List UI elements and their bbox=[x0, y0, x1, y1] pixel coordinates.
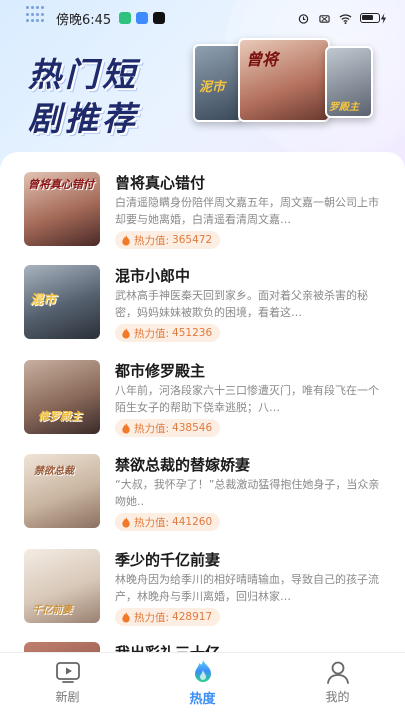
tab-profile[interactable]: 我的 bbox=[270, 653, 405, 720]
drama-thumbnail: 千亿前妻 bbox=[24, 549, 100, 623]
tab-heat[interactable]: 热度 bbox=[135, 653, 270, 720]
drama-description: 白清遥隐瞒身份陪伴周文嘉五年，周文嘉一朝公司上市却要与她离婚，白清遥看清周文嘉… bbox=[115, 196, 379, 226]
drama-title: 混市小郎中 bbox=[115, 267, 191, 285]
battery-icon bbox=[359, 13, 380, 23]
list-item[interactable]: 千亿前妻 季少的千亿前妻 林晚舟因为给季川的相好晴晴输血，导致自己的孩子流产，林… bbox=[0, 549, 405, 644]
poster-title: 泥市 bbox=[199, 80, 226, 95]
tab-label: 热度 bbox=[189, 692, 216, 707]
heat-label: 热力值: bbox=[134, 516, 170, 529]
drama-title: 我出彩礼三十亿 bbox=[115, 642, 220, 652]
list-item[interactable]: 混市 混市小郎中 武林高手神医秦天回到家乡。面对着父亲被杀害的秘密，妈妈妹妹被欺… bbox=[0, 265, 405, 360]
drama-list[interactable]: 曾将真心错付 曾将真心错付 白清遥隐瞒身份陪伴周文嘉五年，周文嘉一朝公司上市却要… bbox=[0, 152, 405, 652]
thumbnail-title: 修罗殿主 bbox=[38, 410, 82, 423]
play-video-icon bbox=[55, 662, 80, 683]
wifi-icon bbox=[339, 13, 352, 24]
heat-label: 热力值: bbox=[134, 422, 170, 435]
tab-new-drama[interactable]: 新剧 bbox=[0, 653, 135, 720]
banner-poster-center[interactable]: 曾将 bbox=[238, 38, 330, 122]
tab-label: 新剧 bbox=[55, 690, 80, 704]
status-bar: 傍晚6:45 65 bbox=[0, 0, 405, 36]
tiktok-icon bbox=[153, 12, 166, 24]
thumbnail-title: 禁欲总裁 bbox=[34, 466, 74, 477]
charging-icon bbox=[380, 12, 387, 24]
flame-icon bbox=[194, 660, 211, 682]
drama-description: 林晚舟因为给季川的相好晴晴输血，导致自己的孩子流产，林晚舟与季川离婚，回归林家… bbox=[115, 573, 379, 603]
heat-label: 热力值: bbox=[134, 234, 170, 247]
drama-title: 季少的千亿前妻 bbox=[115, 551, 221, 569]
tab-label: 我的 bbox=[325, 690, 350, 704]
poster-title: 曾将 bbox=[246, 50, 279, 69]
heat-label: 热力值: bbox=[134, 611, 170, 624]
status-time: 傍晚6:45 bbox=[56, 12, 112, 28]
thumbnail-title: 曾将真心错付 bbox=[28, 178, 94, 191]
banner-poster-right[interactable]: 罗殿主 bbox=[325, 46, 373, 118]
list-item[interactable]: 我出彩礼三十亿 bbox=[0, 642, 405, 652]
flame-icon bbox=[122, 234, 130, 246]
drama-description: 武林高手神医秦天回到家乡。面对着父亲被杀害的秘密，妈妈妹妹被欺负的困境，看着这… bbox=[115, 289, 368, 319]
heat-value: 441260 bbox=[172, 516, 213, 528]
heat-label: 热力值: bbox=[134, 327, 170, 340]
flame-icon bbox=[122, 327, 130, 339]
drama-thumbnail: 曾将真心错付 bbox=[24, 172, 100, 246]
heat-value: 438546 bbox=[172, 422, 213, 434]
drama-title: 都市修罗殿主 bbox=[115, 362, 206, 380]
heat-badge: 热力值: 365472 bbox=[115, 231, 221, 249]
thumbnail-title: 混市 bbox=[30, 293, 57, 308]
flame-icon bbox=[122, 516, 130, 528]
heat-value: 451236 bbox=[172, 327, 213, 339]
drama-title: 禁欲总裁的替嫁娇妻 bbox=[115, 456, 251, 474]
drama-description: “大叔，我怀孕了！”总裁激动猛得抱住她身子，当众亲吻她.. bbox=[115, 478, 380, 508]
bottom-tab-bar: 新剧 热度 我的 bbox=[0, 652, 405, 720]
app-grid-dots bbox=[26, 6, 44, 24]
drama-thumbnail: 修罗殿主 bbox=[24, 360, 100, 434]
list-item[interactable]: 修罗殿主 都市修罗殿主 八年前，河洛段家六十三口惨遭灭门，唯有段飞在一个陌生女子… bbox=[0, 360, 405, 455]
heat-badge: 热力值: 428917 bbox=[115, 608, 221, 626]
green-app-icon bbox=[119, 12, 132, 24]
banner-title-line2: 剧推荐 bbox=[28, 99, 139, 138]
drama-description: 八年前，河洛段家六十三口惨遭灭门，唯有段飞在一个陌生女子的帮助下侥幸逃脱；八… bbox=[115, 384, 379, 414]
drama-thumbnail bbox=[24, 642, 100, 652]
thumbnail-title: 千亿前妻 bbox=[32, 605, 72, 616]
poster-title: 罗殿主 bbox=[329, 102, 359, 113]
flame-icon bbox=[122, 422, 130, 434]
flame-icon bbox=[122, 611, 130, 623]
alarm-icon bbox=[298, 13, 309, 24]
drama-thumbnail: 禁欲总裁 bbox=[24, 454, 100, 528]
heat-badge: 热力值: 441260 bbox=[115, 513, 221, 531]
banner-title-line1: 热门短 bbox=[28, 55, 139, 94]
list-item[interactable]: 禁欲总裁 禁欲总裁的替嫁娇妻 “大叔，我怀孕了！”总裁激动猛得抱住她身子，当众亲… bbox=[0, 454, 405, 549]
heat-value: 365472 bbox=[172, 234, 213, 246]
drama-title: 曾将真心错付 bbox=[115, 174, 206, 192]
drama-thumbnail: 混市 bbox=[24, 265, 100, 339]
user-icon bbox=[326, 661, 349, 684]
list-item[interactable]: 曾将真心错付 曾将真心错付 白清遥隐瞒身份陪伴周文嘉五年，周文嘉一朝公司上市却要… bbox=[0, 172, 405, 267]
mute-icon bbox=[319, 14, 330, 23]
heat-badge: 热力值: 451236 bbox=[115, 324, 221, 342]
blue-app-icon bbox=[136, 12, 149, 24]
banner-poster-left[interactable]: 泥市 bbox=[193, 44, 243, 122]
heat-value: 428917 bbox=[172, 611, 213, 623]
heat-badge: 热力值: 438546 bbox=[115, 419, 221, 437]
